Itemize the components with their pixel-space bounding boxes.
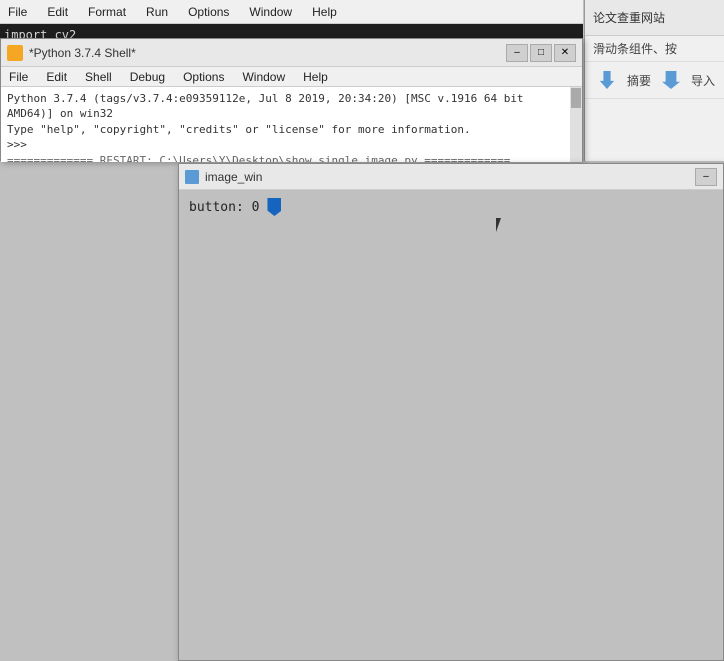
shell-minimize-button[interactable]: – <box>506 44 528 62</box>
editor-menu-run[interactable]: Run <box>142 3 172 21</box>
shell-prompt: >>> <box>7 137 576 152</box>
editor-menu-edit[interactable]: Edit <box>43 3 72 21</box>
right-panel: 论文查重网站 滑动条组件、按 摘要 导入 <box>584 0 724 161</box>
right-panel-row2: 摘要 导入 <box>585 62 724 99</box>
idle-editor: File Edit Format Run Options Window Help… <box>0 0 583 40</box>
shell-titlebar-left: *Python 3.7.4 Shell* <box>7 45 136 61</box>
download-icon-box <box>593 66 621 94</box>
shell-menu-options[interactable]: Options <box>179 68 228 86</box>
shell-title-text: *Python 3.7.4 Shell* <box>29 46 136 60</box>
editor-menu-options[interactable]: Options <box>184 3 233 21</box>
button-value-label: button: 0 <box>189 200 259 215</box>
shell-scrollbar-thumb[interactable] <box>571 88 581 108</box>
right-panel-row1-text: 滑动条组件、按 <box>593 40 677 57</box>
shell-window: *Python 3.7.4 Shell* – □ ✕ File Edit She… <box>0 38 583 161</box>
blue-indicator-button[interactable] <box>267 198 281 216</box>
shell-line-2: AMD64)] on win32 <box>7 106 576 121</box>
image-win-title-text: image_win <box>205 170 262 184</box>
editor-menubar: File Edit Format Run Options Window Help <box>0 0 583 24</box>
right-panel-import: 导入 <box>691 72 715 89</box>
shell-titlebar: *Python 3.7.4 Shell* – □ ✕ <box>1 39 582 67</box>
shell-menubar: File Edit Shell Debug Options Window Hel… <box>1 67 582 87</box>
right-panel-extract: 摘要 <box>627 72 651 89</box>
right-panel-header: 论文查重网站 <box>585 0 724 36</box>
import-icon <box>662 71 680 89</box>
editor-menu-format[interactable]: Format <box>84 3 130 21</box>
editor-menu-file[interactable]: File <box>4 3 31 21</box>
shell-window-controls: – □ ✕ <box>506 44 576 62</box>
download-icon <box>598 71 616 89</box>
shell-maximize-button[interactable]: □ <box>530 44 552 62</box>
right-panel-title: 论文查重网站 <box>593 9 665 26</box>
shell-scrollbar[interactable] <box>570 87 582 162</box>
editor-menu-window[interactable]: Window <box>245 3 296 21</box>
shell-restart-line: ============= RESTART: C:\Users\Y\Deskto… <box>7 153 576 162</box>
image-win-minimize-button[interactable]: – <box>695 168 717 186</box>
editor-menu-help[interactable]: Help <box>308 3 341 21</box>
image-win-titlebar: image_win – <box>179 164 723 190</box>
shell-menu-help[interactable]: Help <box>299 68 332 86</box>
button-row: button: 0 <box>189 198 713 216</box>
shell-content: Python 3.7.4 (tags/v3.7.4:e09359112e, Ju… <box>1 87 582 162</box>
shell-menu-shell[interactable]: Shell <box>81 68 116 86</box>
right-panel-row1: 滑动条组件、按 <box>585 36 724 62</box>
image-win-content: button: 0 <box>179 190 723 660</box>
shell-menu-window[interactable]: Window <box>238 68 289 86</box>
shell-line-3: Type "help", "copyright", "credits" or "… <box>7 122 576 137</box>
image-win-icon <box>185 170 199 184</box>
shell-menu-debug[interactable]: Debug <box>126 68 169 86</box>
image-win-controls: – <box>695 168 717 186</box>
image-win-title-left: image_win <box>185 170 262 184</box>
shell-line-1: Python 3.7.4 (tags/v3.7.4:e09359112e, Ju… <box>7 91 576 106</box>
shell-close-button[interactable]: ✕ <box>554 44 576 62</box>
shell-menu-file[interactable]: File <box>5 68 32 86</box>
image-win-window: image_win – button: 0 <box>178 163 724 661</box>
shell-title-icon <box>7 45 23 61</box>
import-icon-box <box>657 66 685 94</box>
shell-menu-edit[interactable]: Edit <box>42 68 71 86</box>
